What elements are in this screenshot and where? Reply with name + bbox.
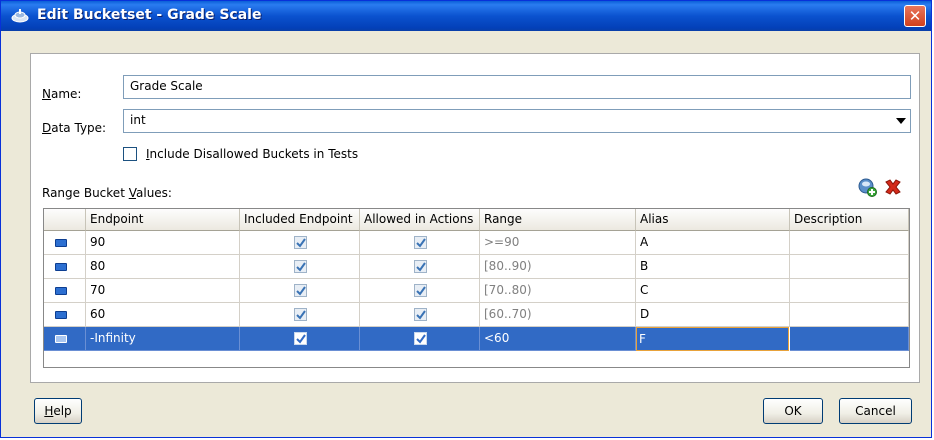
included-endpoint-checkbox[interactable] bbox=[294, 236, 307, 249]
endpoint-cell[interactable]: 70 bbox=[86, 279, 240, 303]
allowed-in-actions-cell[interactable] bbox=[360, 231, 480, 255]
row-marker bbox=[44, 303, 86, 327]
allowed-in-actions-cell[interactable] bbox=[360, 327, 480, 351]
allowed-in-actions-checkbox[interactable] bbox=[414, 284, 427, 297]
add-bucket-icon[interactable] bbox=[857, 177, 877, 197]
row-marker bbox=[44, 279, 86, 303]
description-cell[interactable] bbox=[790, 255, 909, 279]
row-icon bbox=[55, 287, 67, 295]
column-header-allowed-in-actions[interactable]: Allowed in Actions bbox=[360, 209, 480, 231]
bucketset-icon bbox=[11, 9, 29, 23]
range-cell: [60..70) bbox=[480, 303, 636, 327]
range-cell: <60 bbox=[480, 327, 636, 351]
title-bar[interactable]: Edit Bucketset - Grade Scale ✕ bbox=[1, 1, 931, 31]
column-header-alias[interactable]: Alias bbox=[636, 209, 790, 231]
allowed-in-actions-checkbox[interactable] bbox=[414, 308, 427, 321]
data-type-label: Data Type: bbox=[42, 121, 107, 135]
allowed-in-actions-checkbox[interactable] bbox=[414, 260, 427, 273]
check-icon bbox=[416, 286, 426, 296]
cancel-button[interactable]: Cancel bbox=[839, 398, 912, 424]
allowed-in-actions-cell[interactable] bbox=[360, 255, 480, 279]
close-button[interactable]: ✕ bbox=[904, 5, 926, 27]
row-icon bbox=[55, 335, 67, 343]
allowed-in-actions-cell[interactable] bbox=[360, 279, 480, 303]
edit-bucketset-dialog: Edit Bucketset - Grade Scale ✕ Name: Gra… bbox=[0, 0, 932, 438]
ok-button[interactable]: OK bbox=[763, 398, 823, 424]
included-endpoint-cell[interactable] bbox=[240, 327, 360, 351]
allowed-in-actions-checkbox[interactable] bbox=[414, 236, 427, 249]
alias-cell[interactable]: B bbox=[636, 255, 790, 279]
check-icon bbox=[296, 334, 306, 344]
description-cell[interactable] bbox=[790, 279, 909, 303]
window-title: Edit Bucketset - Grade Scale bbox=[37, 7, 262, 23]
included-endpoint-cell[interactable] bbox=[240, 255, 360, 279]
description-cell[interactable] bbox=[790, 303, 909, 327]
column-header-range[interactable]: Range bbox=[480, 209, 636, 231]
endpoint-cell[interactable]: -Infinity bbox=[86, 327, 240, 351]
included-endpoint-cell[interactable] bbox=[240, 303, 360, 327]
help-button[interactable]: Help bbox=[34, 398, 82, 424]
data-type-value: int bbox=[130, 113, 146, 127]
alias-cell[interactable]: D bbox=[636, 303, 790, 327]
description-cell[interactable] bbox=[790, 231, 909, 255]
chevron-down-icon[interactable] bbox=[896, 118, 906, 124]
alias-cell[interactable]: A bbox=[636, 231, 790, 255]
row-marker bbox=[44, 255, 86, 279]
alias-edit-field[interactable]: F bbox=[636, 327, 789, 351]
included-endpoint-checkbox[interactable] bbox=[294, 260, 307, 273]
allowed-in-actions-cell[interactable] bbox=[360, 303, 480, 327]
range-cell: [80..90) bbox=[480, 255, 636, 279]
check-icon bbox=[416, 310, 426, 320]
range-values-label: Range Bucket Values: bbox=[42, 186, 172, 200]
alias-cell[interactable]: C bbox=[636, 279, 790, 303]
allowed-in-actions-checkbox[interactable] bbox=[414, 332, 427, 345]
row-icon bbox=[55, 263, 67, 271]
check-icon bbox=[296, 310, 306, 320]
row-marker bbox=[44, 231, 86, 255]
delete-bucket-icon[interactable] bbox=[883, 177, 903, 197]
name-label: Name: bbox=[42, 87, 82, 101]
header-row-marker bbox=[44, 209, 86, 231]
name-label-text: ame: bbox=[50, 87, 82, 101]
check-icon bbox=[416, 262, 426, 272]
endpoint-cell[interactable]: 80 bbox=[86, 255, 240, 279]
check-icon bbox=[296, 238, 306, 248]
help-button-label: elp bbox=[53, 404, 72, 418]
included-endpoint-cell[interactable] bbox=[240, 231, 360, 255]
column-header-description[interactable]: Description bbox=[790, 209, 909, 231]
check-icon bbox=[296, 286, 306, 296]
included-endpoint-cell[interactable] bbox=[240, 279, 360, 303]
included-endpoint-checkbox[interactable] bbox=[294, 332, 307, 345]
endpoint-cell[interactable]: 90 bbox=[86, 231, 240, 255]
include-disallowed-checkbox[interactable] bbox=[123, 147, 137, 161]
data-type-select[interactable]: int bbox=[123, 109, 911, 133]
name-input[interactable]: Grade Scale bbox=[123, 75, 911, 99]
column-header-included-endpoint[interactable]: Included Endpoint bbox=[240, 209, 360, 231]
description-cell[interactable] bbox=[790, 327, 909, 351]
check-icon bbox=[416, 238, 426, 248]
check-icon bbox=[416, 334, 426, 344]
row-icon bbox=[55, 239, 67, 247]
included-endpoint-checkbox[interactable] bbox=[294, 284, 307, 297]
range-cell: [70..80) bbox=[480, 279, 636, 303]
range-bucket-table: Endpoint Included Endpoint Allowed in Ac… bbox=[43, 208, 910, 368]
endpoint-cell[interactable]: 60 bbox=[86, 303, 240, 327]
included-endpoint-checkbox[interactable] bbox=[294, 308, 307, 321]
check-icon bbox=[296, 262, 306, 272]
include-disallowed-label: Include Disallowed Buckets in Tests bbox=[146, 147, 359, 161]
row-marker bbox=[44, 327, 86, 351]
column-header-endpoint[interactable]: Endpoint bbox=[86, 209, 240, 231]
row-icon bbox=[55, 311, 67, 319]
close-icon: ✕ bbox=[908, 7, 922, 25]
range-cell: >=90 bbox=[480, 231, 636, 255]
